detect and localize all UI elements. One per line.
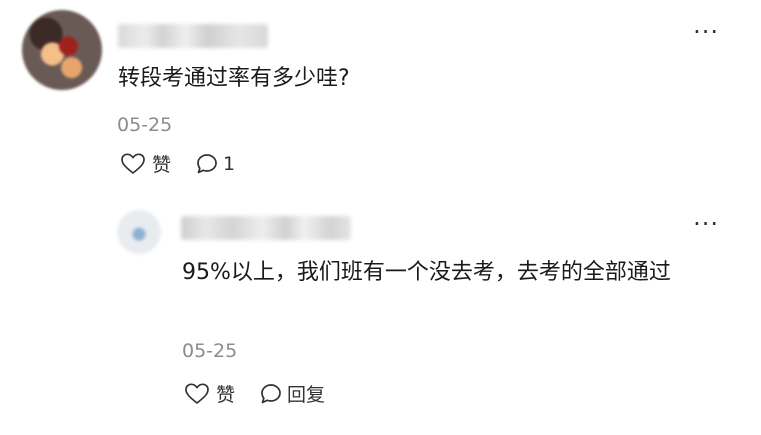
reply-like-button[interactable]: 赞	[184, 380, 235, 407]
reply-text: 95%以上，我们班有一个没去考，去考的全部通过	[182, 260, 671, 285]
comment-text: 转段考通过率有多少哇?	[118, 66, 350, 91]
commenter-avatar[interactable]	[22, 10, 102, 90]
comment-date: 05-25	[117, 114, 173, 136]
replier-avatar[interactable]	[117, 210, 161, 254]
heart-outline-icon	[120, 152, 146, 176]
like-button[interactable]: 赞	[120, 150, 171, 177]
heart-outline-icon	[184, 382, 210, 406]
reply-actions: 赞 回复	[184, 380, 349, 407]
speech-bubble-icon	[195, 152, 219, 176]
reply-label: 回复	[287, 384, 326, 406]
like-label: 赞	[152, 154, 172, 176]
comment-count-button[interactable]: 1	[195, 152, 235, 176]
reply-button[interactable]: 回复	[259, 380, 325, 407]
reply-more-options-icon[interactable]: ···	[693, 212, 719, 236]
commenter-name-blurred[interactable]	[118, 24, 268, 48]
reply-like-label: 赞	[216, 384, 236, 406]
replier-name-blurred[interactable]	[181, 216, 351, 240]
reply-date: 05-25	[182, 340, 238, 362]
speech-bubble-icon	[259, 382, 283, 406]
comment-actions: 赞 1	[120, 150, 259, 177]
reply-count: 1	[223, 152, 236, 175]
more-options-icon[interactable]: ···	[693, 20, 719, 44]
